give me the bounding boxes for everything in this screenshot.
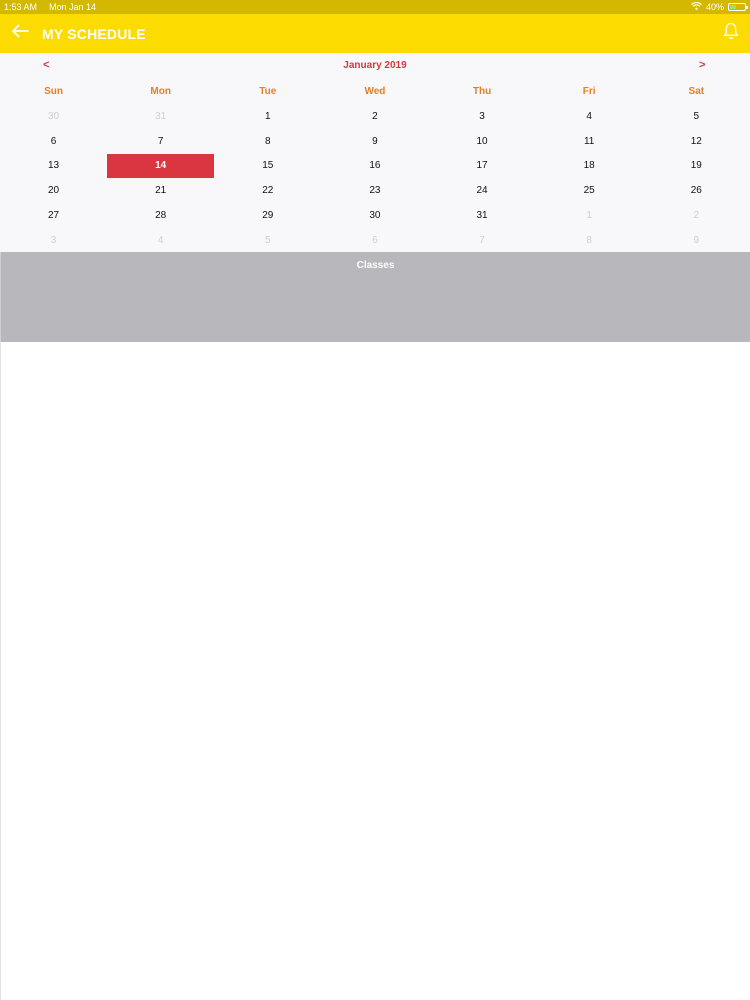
- calendar-day[interactable]: 9: [321, 129, 428, 154]
- calendar-day-selected[interactable]: 14: [107, 153, 215, 179]
- calendar-day[interactable]: 5: [214, 228, 321, 253]
- calendar-day[interactable]: 16: [321, 154, 428, 179]
- calendar-day[interactable]: 30: [321, 203, 428, 228]
- bell-icon: [723, 22, 739, 45]
- notifications-button[interactable]: [712, 14, 750, 53]
- calendar-day[interactable]: 25: [536, 178, 643, 203]
- battery-percent: 40%: [705, 2, 724, 12]
- calendar-grid: 30 31 1 2 3 4 5 6 7 8 9 10 11 12 13 14 15 16 17 18 19 20 21 22 2…: [0, 104, 750, 253]
- calendar-day[interactable]: 31: [107, 104, 214, 129]
- calendar-day[interactable]: 11: [536, 129, 643, 154]
- calendar-week-row: 6 7 8 9 10 11 12: [0, 129, 750, 154]
- month-header: < January 2019 >: [0, 53, 750, 79]
- weekday-label: Thu: [472, 86, 492, 97]
- calendar-day[interactable]: 7: [429, 228, 536, 253]
- weekday-label: Fri: [582, 86, 596, 97]
- calendar-week-row: 30 31 1 2 3 4 5: [0, 104, 750, 129]
- wifi-icon: [691, 1, 702, 12]
- status-date: Mon Jan 14: [49, 2, 97, 12]
- classes-title: Classes: [356, 260, 395, 271]
- calendar-day[interactable]: 10: [429, 129, 536, 154]
- calendar-day[interactable]: 4: [536, 104, 643, 129]
- calendar-day[interactable]: 2: [321, 104, 428, 129]
- calendar-day[interactable]: 30: [0, 104, 107, 129]
- calendar-day[interactable]: 21: [107, 178, 214, 203]
- calendar-week-row: 20 21 22 23 24 25 26: [0, 178, 750, 203]
- calendar-day[interactable]: 26: [643, 178, 750, 203]
- status-left: 1:53 AM Mon Jan 14: [4, 2, 96, 12]
- calendar-day[interactable]: 22: [214, 178, 321, 203]
- calendar-day[interactable]: 8: [214, 129, 321, 154]
- calendar-day[interactable]: 13: [0, 154, 107, 179]
- content-area: [0, 342, 750, 1000]
- weekday-label: Tue: [259, 86, 277, 97]
- status-right: 40%: [691, 1, 748, 12]
- calendar: < January 2019 > Sun Mon Tue Wed Thu Fri…: [0, 53, 750, 252]
- status-time: 1:53 AM: [4, 2, 38, 12]
- month-title: January 2019: [343, 60, 407, 71]
- calendar-day[interactable]: 1: [536, 203, 643, 228]
- calendar-day[interactable]: 24: [429, 178, 536, 203]
- back-button[interactable]: [0, 14, 40, 53]
- weekday-label: Mon: [150, 86, 171, 97]
- battery-icon: [728, 3, 748, 11]
- nav-bar: MY SCHEDULE: [0, 14, 750, 53]
- calendar-day[interactable]: 17: [429, 154, 536, 179]
- calendar-day[interactable]: 7: [107, 129, 214, 154]
- page-title: MY SCHEDULE: [42, 25, 146, 42]
- calendar-day[interactable]: 1: [214, 104, 321, 129]
- battery-fill: [730, 5, 736, 9]
- calendar-day[interactable]: 6: [321, 228, 428, 253]
- calendar-day[interactable]: 29: [214, 203, 321, 228]
- calendar-day[interactable]: 20: [0, 178, 107, 203]
- calendar-week-row: 27 28 29 30 31 1 2: [0, 203, 750, 228]
- calendar-day[interactable]: 12: [643, 129, 750, 154]
- calendar-day[interactable]: 28: [107, 203, 214, 228]
- calendar-week-row: 13 14 15 16 17 18 19: [0, 153, 750, 179]
- classes-panel: Classes: [0, 252, 750, 342]
- calendar-day[interactable]: 18: [536, 154, 643, 179]
- calendar-week-row: 3456789: [0, 228, 750, 253]
- weekday-label: Wed: [364, 86, 386, 97]
- calendar-day[interactable]: 23: [321, 178, 428, 203]
- weekday-label: Sun: [44, 86, 63, 97]
- weekday-header: Sun Mon Tue Wed Thu Fri Sat: [0, 79, 750, 104]
- status-bar: 1:53 AM Mon Jan 14 40%: [0, 0, 750, 14]
- calendar-day[interactable]: 19: [643, 154, 750, 179]
- calendar-day[interactable]: 2: [643, 203, 750, 228]
- calendar-day[interactable]: 15: [214, 154, 321, 179]
- calendar-day[interactable]: 5: [643, 104, 750, 129]
- calendar-day[interactable]: 31: [429, 203, 536, 228]
- arrow-left-icon: [11, 24, 29, 43]
- calendar-day[interactable]: 27: [0, 203, 107, 228]
- calendar-day[interactable]: 3: [429, 104, 536, 129]
- calendar-day[interactable]: 8: [536, 228, 643, 253]
- weekday-label: Sat: [688, 86, 705, 97]
- calendar-day[interactable]: 3: [0, 228, 107, 253]
- next-month-button[interactable]: >: [699, 59, 705, 71]
- calendar-day[interactable]: 4: [107, 228, 214, 253]
- calendar-day[interactable]: 9: [643, 228, 750, 253]
- calendar-day[interactable]: 6: [0, 129, 107, 154]
